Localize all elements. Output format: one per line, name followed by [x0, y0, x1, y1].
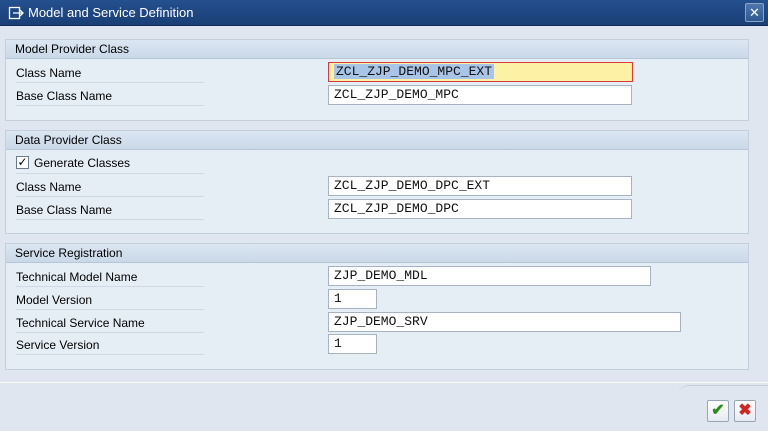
service-version-row: Service Version 1	[6, 333, 748, 356]
service-version-field[interactable]: 1	[328, 334, 377, 354]
tech-model-field[interactable]: ZJP_DEMO_MDL	[328, 266, 651, 286]
mpc-class-name-row: Class Name ZCL_ZJP_DEMO_MPC_EXT	[6, 61, 748, 84]
mpc-base-class-label: Base Class Name	[16, 88, 204, 106]
service-version-label: Service Version	[16, 337, 204, 355]
dialog-title: Model and Service Definition	[28, 5, 194, 20]
dialog-footer: ✔ ✖	[0, 382, 768, 431]
model-provider-group: Model Provider Class Class Name ZCL_ZJP_…	[5, 39, 749, 121]
generate-classes-divider	[16, 173, 204, 174]
title-bar: Model and Service Definition ✕	[0, 0, 768, 26]
dpc-class-name-row: Class Name ZCL_ZJP_DEMO_DPC_EXT	[6, 175, 748, 198]
generate-classes-checkbox[interactable]: ✓	[16, 156, 29, 169]
dpc-base-class-label: Base Class Name	[16, 202, 204, 220]
model-version-label: Model Version	[16, 292, 204, 310]
service-registration-group: Service Registration Technical Model Nam…	[5, 243, 749, 370]
generate-classes-label: Generate Classes	[34, 156, 131, 170]
generate-classes-row: ✓ Generate Classes	[6, 153, 748, 176]
model-version-row: Model Version 1	[6, 288, 748, 311]
tech-model-label: Technical Model Name	[16, 269, 204, 287]
service-registration-header: Service Registration	[6, 244, 748, 263]
footer-divider	[678, 385, 768, 396]
dpc-class-name-field[interactable]: ZCL_ZJP_DEMO_DPC_EXT	[328, 176, 632, 196]
ok-button[interactable]: ✔	[707, 400, 729, 422]
tech-service-label: Technical Service Name	[16, 315, 204, 333]
checkmark-icon: ✔	[711, 402, 725, 419]
model-provider-header: Model Provider Class	[6, 40, 748, 59]
dpc-base-class-row: Base Class Name ZCL_ZJP_DEMO_DPC	[6, 198, 748, 221]
data-provider-header: Data Provider Class	[6, 131, 748, 150]
model-version-field[interactable]: 1	[328, 289, 377, 309]
dpc-base-class-field[interactable]: ZCL_ZJP_DEMO_DPC	[328, 199, 632, 219]
mpc-base-class-row: Base Class Name ZCL_ZJP_DEMO_MPC	[6, 84, 748, 107]
cancel-button[interactable]: ✖	[734, 400, 756, 422]
tech-service-field[interactable]: ZJP_DEMO_SRV	[328, 312, 681, 332]
close-button[interactable]: ✕	[745, 3, 764, 22]
mpc-class-name-field[interactable]: ZCL_ZJP_DEMO_MPC_EXT	[328, 62, 633, 82]
mpc-class-name-label: Class Name	[16, 65, 204, 83]
dialog-window: Model and Service Definition ✕ Model Pro…	[0, 0, 768, 431]
tech-service-row: Technical Service Name ZJP_DEMO_SRV	[6, 311, 748, 334]
mpc-base-class-field[interactable]: ZCL_ZJP_DEMO_MPC	[328, 85, 632, 105]
cancel-icon: ✖	[738, 402, 752, 419]
dpc-class-name-label: Class Name	[16, 179, 204, 197]
window-exit-icon	[8, 5, 24, 21]
data-provider-group: Data Provider Class ✓ Generate Classes C…	[5, 130, 749, 234]
tech-model-row: Technical Model Name ZJP_DEMO_MDL	[6, 265, 748, 288]
close-icon: ✕	[749, 5, 760, 20]
